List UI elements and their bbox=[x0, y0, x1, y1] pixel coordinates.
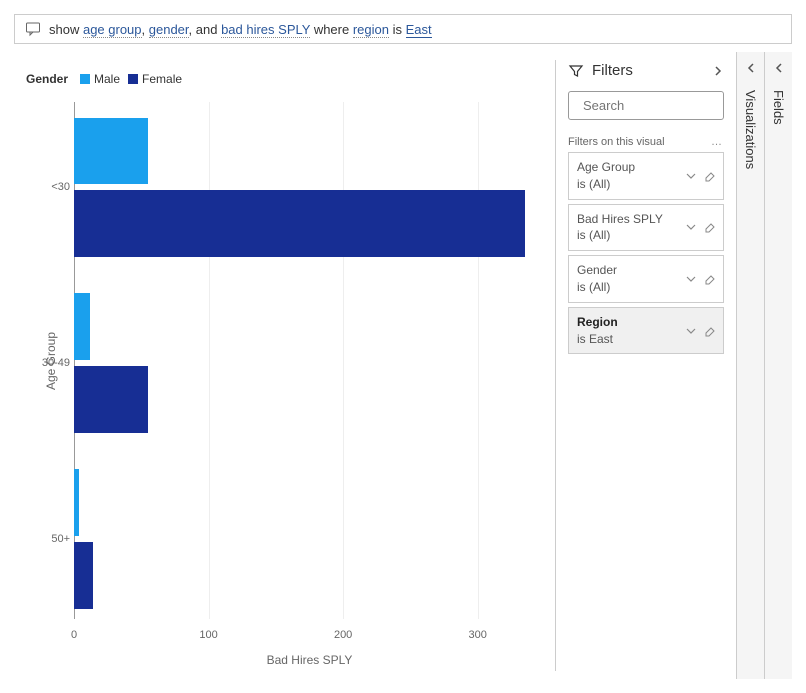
more-options-icon[interactable]: … bbox=[711, 136, 724, 148]
filters-panel: Filters Filters on this visual … Age Gro… bbox=[556, 52, 736, 679]
fields-label: Fields bbox=[771, 88, 786, 125]
chevron-down-icon[interactable] bbox=[685, 221, 697, 233]
eraser-icon[interactable] bbox=[703, 325, 715, 337]
filters-search-input[interactable] bbox=[583, 98, 759, 113]
legend-item-female[interactable]: Female bbox=[128, 72, 182, 86]
chevron-down-icon[interactable] bbox=[685, 170, 697, 182]
eraser-icon[interactable] bbox=[703, 273, 715, 285]
legend-title: Gender bbox=[26, 72, 68, 86]
fields-panel-collapsed[interactable]: Fields bbox=[764, 52, 792, 679]
x-tick: 300 bbox=[469, 629, 487, 641]
bar-female-50plus[interactable] bbox=[74, 542, 93, 609]
legend-item-male[interactable]: Male bbox=[80, 72, 120, 86]
x-tick: 200 bbox=[334, 629, 352, 641]
bar-male-30-49[interactable] bbox=[74, 293, 90, 360]
filter-card-region[interactable]: Region is East bbox=[568, 307, 724, 355]
token-age-group[interactable]: age group bbox=[83, 22, 142, 38]
x-tick: 0 bbox=[71, 629, 77, 641]
filter-card-age-group[interactable]: Age Group is (All) bbox=[568, 152, 724, 200]
chevron-left-icon[interactable] bbox=[773, 62, 785, 74]
x-tick: 100 bbox=[199, 629, 217, 641]
filter-icon bbox=[568, 63, 584, 79]
token-bad-hires[interactable]: bad hires SPLY bbox=[221, 22, 310, 38]
qna-query-text: show age group, gender, and bad hires SP… bbox=[49, 22, 781, 37]
chart-plot-area: Age Group Bad Hires SPLY 0 100 200 300 <… bbox=[74, 102, 545, 619]
search-box[interactable] bbox=[568, 91, 724, 120]
swatch-female bbox=[128, 74, 138, 84]
chevron-down-icon[interactable] bbox=[685, 325, 697, 337]
chevron-left-icon[interactable] bbox=[745, 62, 757, 74]
category-label: <30 bbox=[30, 181, 70, 193]
token-region[interactable]: region bbox=[353, 22, 389, 38]
bar-male-50plus[interactable] bbox=[74, 469, 79, 536]
filter-card-gender[interactable]: Gender is (All) bbox=[568, 255, 724, 303]
qna-query-bar[interactable]: show age group, gender, and bad hires SP… bbox=[14, 14, 792, 44]
comment-icon bbox=[25, 21, 41, 37]
category-label: 50+ bbox=[30, 533, 70, 545]
category-label: 30-49 bbox=[30, 357, 70, 369]
filters-section-header: Filters on this visual … bbox=[568, 136, 724, 148]
collapse-filters-icon[interactable] bbox=[712, 65, 724, 77]
filter-card-bad-hires[interactable]: Bad Hires SPLY is (All) bbox=[568, 204, 724, 252]
token-gender[interactable]: gender bbox=[149, 22, 189, 38]
swatch-male bbox=[80, 74, 90, 84]
bar-female-30-49[interactable] bbox=[74, 366, 148, 433]
visualizations-panel-collapsed[interactable]: Visualizations bbox=[736, 52, 764, 679]
filters-title: Filters bbox=[592, 62, 704, 79]
chevron-down-icon[interactable] bbox=[685, 273, 697, 285]
eraser-icon[interactable] bbox=[703, 221, 715, 233]
bar-female-lt30[interactable] bbox=[74, 190, 525, 257]
eraser-icon[interactable] bbox=[703, 170, 715, 182]
chart-visual[interactable]: Gender Male Female Age Group Bad Hires S… bbox=[14, 52, 555, 679]
chart-legend: Gender Male Female bbox=[24, 72, 545, 86]
bar-male-lt30[interactable] bbox=[74, 118, 148, 185]
x-axis-label: Bad Hires SPLY bbox=[267, 653, 353, 667]
visualizations-label: Visualizations bbox=[743, 88, 758, 169]
token-east[interactable]: East bbox=[406, 22, 432, 38]
